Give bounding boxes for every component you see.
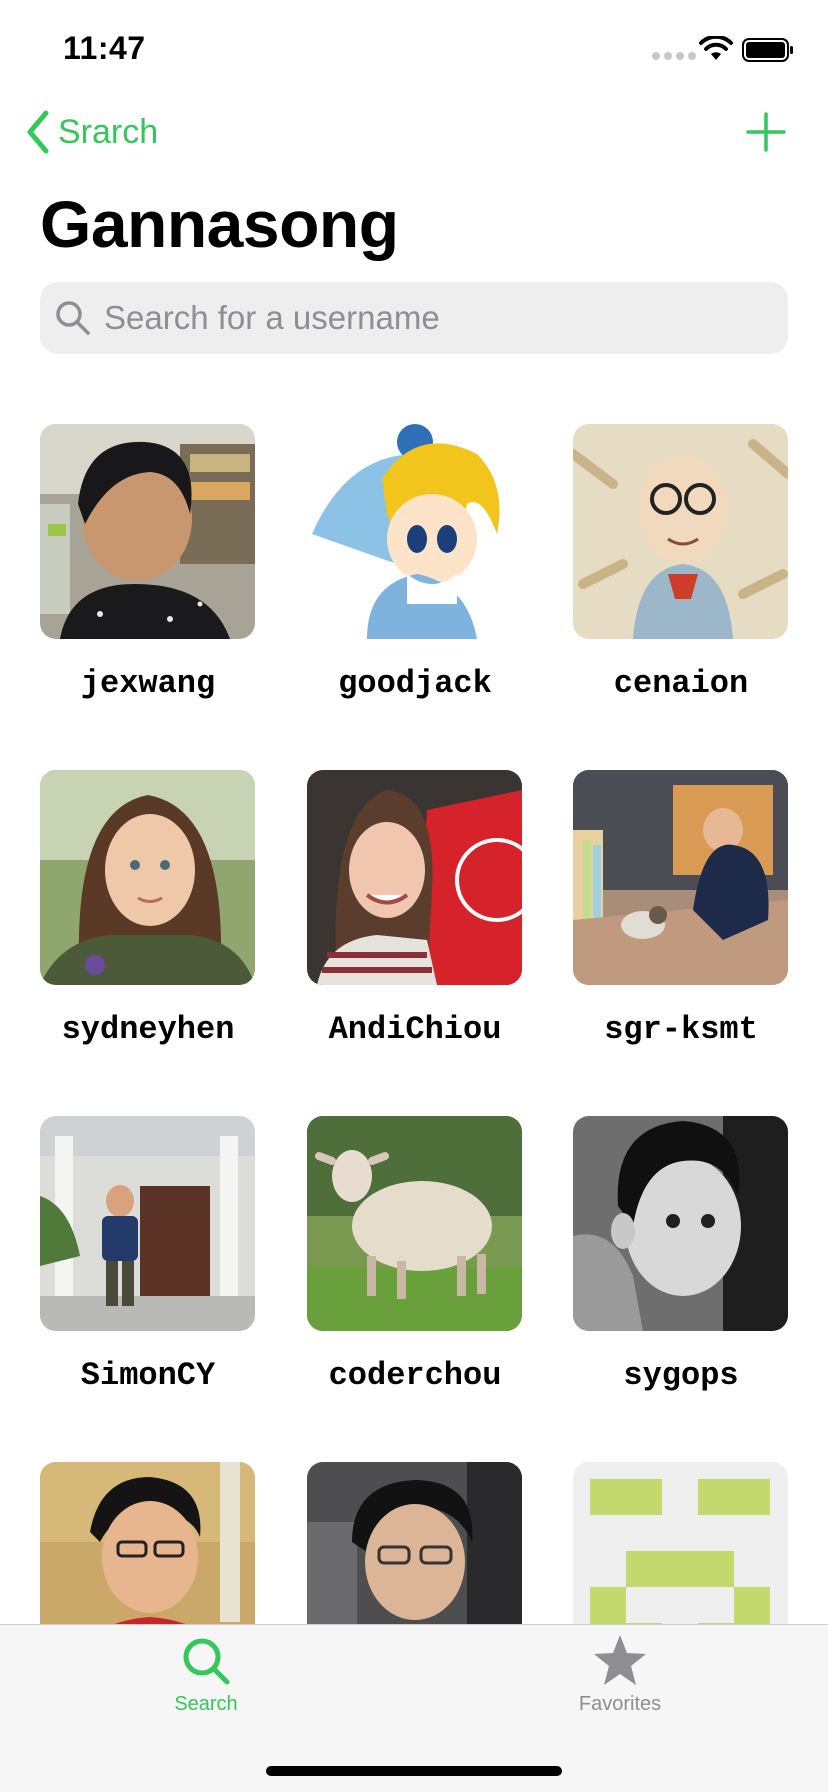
avatar	[573, 1116, 788, 1331]
username-label: sygops	[623, 1357, 739, 1394]
avatar	[573, 770, 788, 985]
home-indicator[interactable]	[266, 1766, 562, 1776]
username-label: AndiChiou	[328, 1011, 502, 1048]
cellular-signal-icon	[652, 52, 696, 60]
follower-cell[interactable]: sygops	[573, 1116, 788, 1394]
add-icon[interactable]	[744, 110, 788, 154]
avatar	[40, 770, 255, 985]
username-label: sgr-ksmt	[604, 1011, 758, 1048]
back-button[interactable]: Srarch	[24, 108, 158, 156]
avatar	[573, 424, 788, 639]
tab-search[interactable]: Search	[106, 1633, 306, 1733]
battery-icon	[742, 38, 793, 62]
tab-label: Search	[174, 1693, 238, 1715]
status-bar: 11:47	[0, 0, 828, 100]
username-label: cenaion	[613, 665, 749, 702]
follower-cell[interactable]: goodjack	[307, 424, 522, 702]
follower-cell[interactable]	[573, 1462, 788, 1624]
wifi-icon	[699, 36, 733, 60]
avatar	[307, 1462, 522, 1624]
follower-cell[interactable]: jexwang	[40, 424, 255, 702]
follower-cell[interactable]: SimonCY	[40, 1116, 255, 1394]
followers-grid[interactable]: jexwang goodjack cenaion sydneyhen AndiC…	[0, 424, 828, 1624]
avatar	[40, 424, 255, 639]
avatar	[573, 1462, 788, 1624]
follower-cell[interactable]	[40, 1462, 255, 1624]
follower-cell[interactable]: sgr-ksmt	[573, 770, 788, 1048]
search-icon	[56, 301, 90, 335]
username-label: SimonCY	[80, 1357, 216, 1394]
follower-cell[interactable]: sydneyhen	[40, 770, 255, 1048]
username-label: goodjack	[338, 665, 492, 702]
tab-favorites[interactable]: Favorites	[520, 1633, 720, 1733]
username-label: jexwang	[80, 665, 216, 702]
status-time: 11:47	[63, 30, 146, 66]
search-icon	[183, 1638, 230, 1685]
avatar	[40, 1462, 255, 1624]
star-icon	[594, 1635, 646, 1685]
avatar	[307, 1116, 522, 1331]
avatar	[40, 1116, 255, 1331]
avatar	[307, 770, 522, 985]
tab-label: Favorites	[578, 1693, 662, 1715]
search-input[interactable]	[104, 299, 744, 337]
chevron-left-icon	[27, 110, 49, 154]
username-label: coderchou	[328, 1357, 502, 1394]
follower-cell[interactable]	[307, 1462, 522, 1624]
follower-cell[interactable]: cenaion	[573, 424, 788, 702]
username-label: sydneyhen	[61, 1011, 235, 1048]
search-bar[interactable]	[40, 282, 788, 354]
follower-cell[interactable]: AndiChiou	[307, 770, 522, 1048]
avatar	[307, 424, 522, 639]
page-title: Gannasong	[40, 187, 399, 261]
follower-cell[interactable]: coderchou	[307, 1116, 522, 1394]
back-button-label: Srarch	[58, 112, 159, 151]
